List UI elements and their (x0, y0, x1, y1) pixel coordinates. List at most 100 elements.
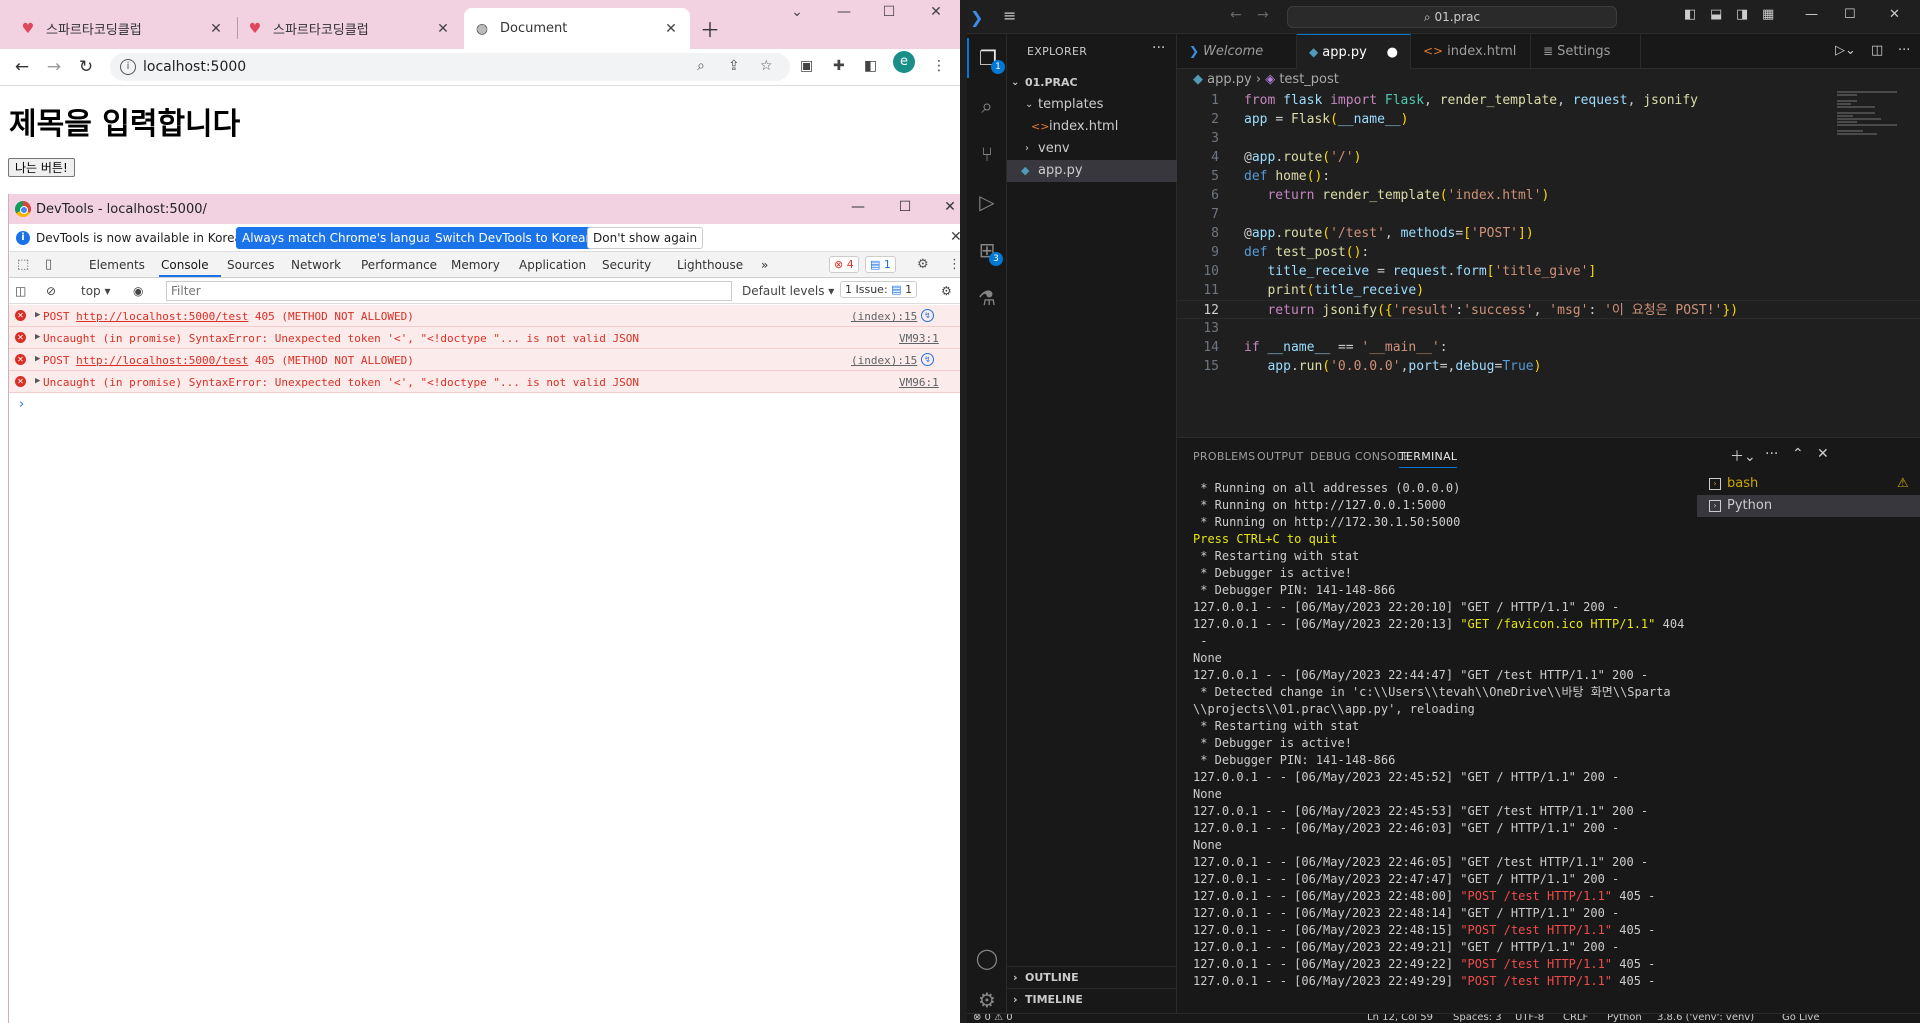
console-error-row[interactable]: ✕ ▶ POST http://localhost:5000/test 405 … (9, 349, 960, 371)
maximize-button[interactable]: ☐ (1844, 7, 1856, 22)
code-line[interactable]: 14 if __name__ == '__main__': (1177, 338, 1920, 357)
browser-tab-1[interactable]: ♥ 스파르타코딩클럽 ✕ (10, 8, 235, 49)
switch-to-korean-button[interactable]: Switch DevTools to Korean (429, 227, 600, 249)
expand-triangle-icon[interactable]: ▶ (35, 354, 40, 364)
expand-triangle-icon[interactable]: ▶ (35, 376, 40, 386)
more-actions-icon[interactable]: ··· (1898, 43, 1910, 58)
profile-avatar[interactable]: e (893, 51, 915, 73)
console-error-row[interactable]: ✕ ▶ Uncaught (in promise) SyntaxError: U… (9, 327, 960, 349)
close-icon[interactable]: ✕ (950, 229, 960, 245)
console-error-row[interactable]: ✕ ▶ Uncaught (in promise) SyntaxError: U… (9, 371, 960, 393)
source-link[interactable]: VM96:1 (899, 376, 939, 389)
side-panel-icon[interactable]: ◧ (864, 58, 877, 74)
code-line[interactable]: 6 return render_template('index.html') (1177, 186, 1920, 205)
go-live-button[interactable]: Go Live (1782, 1014, 1819, 1023)
expand-triangle-icon[interactable]: ▶ (35, 332, 40, 342)
tab-console[interactable]: Console (161, 258, 209, 272)
code-line[interactable]: 5 def home(): (1177, 167, 1920, 186)
minimize-button[interactable]: — (846, 199, 870, 215)
toggle-sidebar-icon[interactable]: ◧ (1684, 7, 1696, 22)
terminal-item-bash[interactable]: › bash ⚠ (1697, 473, 1920, 495)
language-mode[interactable]: Python (1607, 1014, 1642, 1023)
tab-settings[interactable]: ≣ Settings (1531, 34, 1641, 69)
tab-sources[interactable]: Sources (227, 258, 274, 272)
code-line[interactable]: 13 (1177, 319, 1920, 338)
close-panel-icon[interactable]: ✕ (1817, 446, 1829, 462)
inspect-element-icon[interactable]: ⬚ (17, 257, 29, 272)
puzzle-extensions-icon[interactable]: ✚ (833, 58, 845, 74)
hamburger-menu-icon[interactable]: ≡ (1003, 6, 1016, 25)
console-prompt-chevron-icon[interactable]: › (19, 397, 24, 412)
customize-layout-icon[interactable]: ▦ (1762, 7, 1774, 22)
console-error-row[interactable]: ✕ ▶ POST http://localhost:5000/test 405 … (9, 305, 960, 327)
sidebar-toggle-icon[interactable]: ◫ (15, 284, 26, 298)
source-control-icon[interactable]: ⑂ (967, 134, 1007, 174)
tab-problems[interactable]: PROBLEMS (1193, 450, 1255, 463)
more-actions-icon[interactable]: ··· (1152, 40, 1165, 56)
reload-button[interactable]: ↻ (74, 57, 98, 77)
maximize-button[interactable]: ☐ (893, 199, 917, 215)
source-link[interactable]: (index):15 (851, 310, 917, 323)
timeline-section[interactable]: › TIMELINE (1007, 988, 1177, 1010)
back-arrow-icon[interactable]: ← (1230, 7, 1242, 23)
outline-section[interactable]: › OUTLINE (1007, 966, 1177, 988)
tree-item-index-html[interactable]: <> index.html (1007, 116, 1177, 138)
console-filter-input[interactable] (166, 281, 732, 301)
menu-kebab-icon[interactable]: ⋮ (932, 58, 946, 74)
breadcrumb-file[interactable]: app.py (1207, 72, 1252, 87)
close-icon[interactable]: ✕ (662, 21, 680, 37)
terminal-item-python[interactable]: › Python (1697, 495, 1920, 517)
command-center-search[interactable]: ⌕ 01.prac (1287, 6, 1617, 28)
maximize-button[interactable]: ☐ (874, 4, 904, 20)
tab-welcome[interactable]: ❯ Welcome (1177, 34, 1297, 69)
run-debug-icon[interactable]: ▷ (967, 182, 1007, 222)
code-line[interactable]: 2 app = Flask(__name__) (1177, 110, 1920, 129)
unsaved-dot-icon[interactable]: ● (1387, 35, 1398, 70)
code-line[interactable]: 8 @app.route('/test', methods=['POST']) (1177, 224, 1920, 243)
tree-item-venv[interactable]: › venv (1007, 138, 1177, 160)
network-request-icon[interactable]: ↯ (921, 353, 934, 366)
tab-terminal[interactable]: TERMINAL (1399, 450, 1458, 468)
forward-arrow-icon[interactable]: → (1257, 7, 1269, 23)
run-python-icon[interactable]: ▷⌄ (1835, 43, 1856, 58)
tab-security[interactable]: Security (602, 258, 651, 272)
breadcrumb-symbol[interactable]: test_post (1279, 72, 1339, 87)
source-link[interactable]: (index):15 (851, 354, 917, 367)
accounts-icon[interactable]: ◯ (967, 938, 1007, 978)
code-line[interactable]: 3 (1177, 129, 1920, 148)
address-bar[interactable]: i localhost:5000 ⌕ ⇪ ☆ (110, 53, 790, 81)
split-editor-icon[interactable]: ◫ (1871, 43, 1883, 58)
page-button[interactable]: 나는 버튼! (8, 158, 75, 177)
minimize-button[interactable]: — (1805, 7, 1818, 22)
code-editor[interactable]: 1 from flask import Flask, render_templat… (1177, 91, 1920, 436)
request-url-link[interactable]: http://localhost:5000/test (76, 310, 248, 323)
tab-elements[interactable]: Elements (89, 258, 145, 272)
dont-show-again-button[interactable]: Don't show again (587, 227, 704, 249)
tab-memory[interactable]: Memory (451, 258, 500, 272)
source-link[interactable]: VM93:1 (899, 332, 939, 345)
tab-network[interactable]: Network (291, 258, 341, 272)
minimap[interactable] (1837, 91, 1907, 141)
tab-lighthouse[interactable]: Lighthouse (677, 258, 743, 272)
tree-item-app-py[interactable]: ◆ app.py (1007, 160, 1177, 182)
toggle-panel-icon[interactable]: ⬓ (1710, 7, 1722, 22)
workspace-root[interactable]: ⌄ 01.PRAC (1007, 72, 1177, 94)
error-count-badge[interactable]: ⊗ 4 (829, 256, 859, 273)
tab-app-py[interactable]: ◆ app.py ● (1297, 34, 1411, 69)
code-line[interactable]: 9 def test_post(): (1177, 243, 1920, 262)
tab-performance[interactable]: Performance (361, 258, 437, 272)
maximize-panel-icon[interactable]: ⌃ (1792, 446, 1804, 462)
search-icon[interactable]: ⌕ (967, 86, 1007, 126)
tab-application[interactable]: Application (519, 258, 586, 272)
network-request-icon[interactable]: ↯ (921, 309, 934, 322)
browser-tab-2[interactable]: ♥ 스파르타코딩클럽 ✕ (237, 8, 462, 49)
indentation-status[interactable]: Spaces: 3 (1453, 1014, 1502, 1023)
eol-status[interactable]: CRLF (1563, 1014, 1588, 1023)
close-window-button[interactable]: ✕ (921, 4, 951, 20)
code-line[interactable]: 4 @app.route('/') (1177, 148, 1920, 167)
extensions-icon[interactable]: ⊞ 3 (967, 230, 1007, 270)
device-toolbar-icon[interactable]: ▯ (45, 257, 52, 272)
close-icon[interactable]: ✕ (434, 21, 452, 37)
code-line[interactable]: 11 print(title_receive) (1177, 281, 1920, 300)
kebab-menu-icon[interactable]: ⋮ (948, 257, 960, 272)
